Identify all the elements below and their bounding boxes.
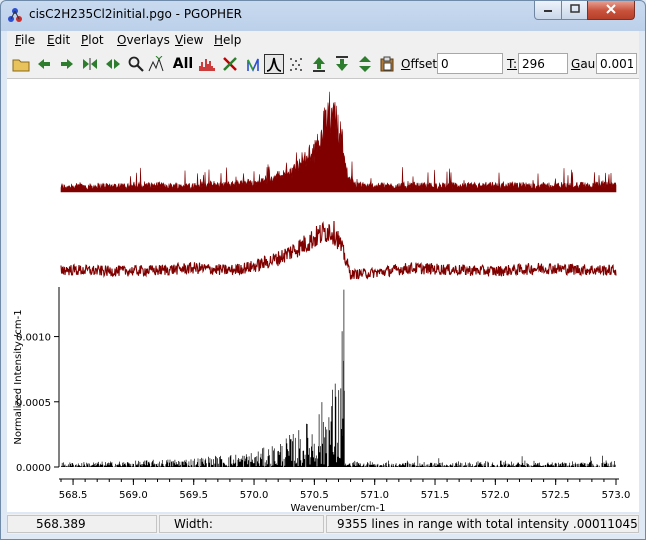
clipboard-icon	[379, 56, 395, 72]
paste-button[interactable]	[377, 54, 397, 74]
zoom-button[interactable]	[126, 54, 146, 74]
observed-trace-top	[60, 91, 617, 193]
x-tick-label: 572.0	[481, 490, 510, 501]
app-window: cisC2H235Cl2initial.pgo - PGOPHER File E…	[0, 0, 646, 540]
lineshape-peak-icon	[266, 56, 282, 72]
arrows-up-down-icon	[358, 56, 372, 72]
clear-button[interactable]	[220, 54, 240, 74]
minimize-icon	[543, 3, 553, 17]
red-green-x-icon	[222, 56, 238, 72]
temperature-label: T:	[507, 57, 518, 71]
lines-info-status: 9355 lines in range with total intensity…	[326, 515, 639, 533]
open-folder-button[interactable]	[11, 54, 31, 74]
menu-edit[interactable]: Edit	[47, 33, 70, 47]
pgopher-app-icon	[7, 7, 23, 23]
arrow-right-icon	[60, 58, 74, 70]
arrows-inward-icon	[82, 58, 98, 70]
magnifier-icon	[128, 56, 144, 72]
x-tick-label: 568.5	[59, 490, 88, 501]
menu-overlays[interactable]: Overlays	[117, 33, 170, 47]
y-axis-label: Normalized Intensity /cm-1	[13, 309, 24, 444]
move-up-button[interactable]	[309, 54, 329, 74]
show-all-button[interactable]: All	[171, 54, 195, 74]
maximize-button[interactable]	[561, 1, 588, 20]
x-tick-label: 571.0	[360, 490, 389, 501]
scatter-points-button[interactable]	[286, 54, 306, 74]
arrow-left-icon	[37, 58, 51, 70]
maximize-icon	[569, 3, 580, 17]
arrows-outward-icon	[105, 58, 121, 70]
offset-label: Offset:	[401, 57, 442, 71]
x-tick-label: 570.5	[300, 490, 329, 501]
arrow-up-icon	[312, 56, 326, 72]
stick-lines	[61, 289, 616, 467]
toolbar: All Offset: T: Gau:	[7, 51, 639, 79]
zoom-in-x-button[interactable]	[80, 54, 100, 74]
temperature-input[interactable]	[518, 53, 568, 74]
plot-area[interactable]: 0.0000 0.0005 0.0010 568.5 569.0 569.5 570.0 57…	[7, 79, 639, 512]
menu-view[interactable]: View	[175, 33, 203, 47]
pan-left-button[interactable]	[34, 54, 54, 74]
window-title: cisC2H235Cl2initial.pgo - PGOPHER	[29, 7, 242, 21]
title-bar[interactable]: cisC2H235Cl2initial.pgo - PGOPHER	[1, 1, 645, 29]
folder-icon	[12, 56, 30, 72]
close-icon	[605, 3, 617, 18]
cursor-position: 568.389	[7, 515, 157, 533]
plot-axes: 0.00000.00050.0010568.5 569.0 569.5 570.0 57…	[13, 287, 630, 512]
x-tick-label: 573.0	[602, 490, 631, 501]
peak-arrows-icon	[147, 56, 165, 72]
menu-help[interactable]: Help	[214, 33, 241, 47]
trace-top-line	[60, 91, 617, 193]
close-button[interactable]	[587, 1, 635, 20]
menu-file[interactable]: File	[15, 33, 35, 47]
x-tick-label: 572.5	[541, 490, 570, 501]
y-tick-label: 0.0000	[16, 463, 51, 474]
minimize-button[interactable]	[534, 1, 562, 20]
spectrum-bars-button[interactable]	[197, 54, 217, 74]
offset-input[interactable]	[437, 53, 503, 74]
x-tick-label: 571.5	[421, 490, 450, 501]
menu-plot[interactable]: Plot	[81, 33, 104, 47]
expand-vertical-button[interactable]	[355, 54, 375, 74]
zoom-out-x-button[interactable]	[103, 54, 123, 74]
red-bars-icon	[198, 56, 216, 72]
trace-middle-line	[60, 220, 617, 280]
x-tick-label: 570.0	[240, 490, 269, 501]
x-axis-label: Wavenumber/cm-1	[290, 503, 385, 512]
simulated-stick-spectrum	[61, 289, 616, 467]
move-down-button[interactable]	[332, 54, 352, 74]
lineshape-toggle-button[interactable]	[264, 54, 284, 74]
spectrum-plot[interactable]: 0.00000.00050.0010568.5 569.0 569.5 570.0 57…	[7, 79, 639, 512]
arrow-down-icon	[335, 56, 349, 72]
colored-lines-icon	[245, 56, 261, 72]
peak-finder-button[interactable]	[146, 54, 166, 74]
dotted-points-icon	[288, 56, 304, 72]
pan-right-button[interactable]	[57, 54, 77, 74]
observed-trace-middle	[60, 220, 617, 280]
gaussian-width-input[interactable]	[596, 53, 637, 74]
status-bar: 568.389 Width: 9355 lines in range with …	[7, 514, 639, 534]
overlay-lines-button[interactable]	[243, 54, 263, 74]
width-status: Width:	[159, 515, 324, 533]
menu-bar: File Edit Plot Overlays View Help	[7, 31, 639, 52]
x-tick-label: 569.0	[119, 490, 148, 501]
x-tick-label: 569.5	[179, 490, 208, 501]
